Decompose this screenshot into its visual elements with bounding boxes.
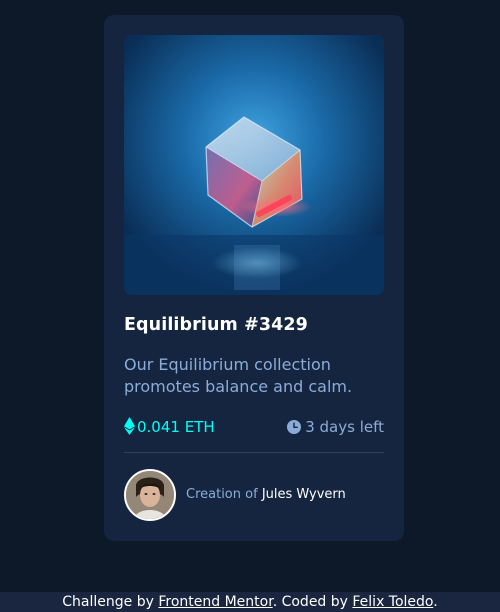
divider	[124, 452, 384, 453]
frontend-mentor-link[interactable]: Frontend Mentor	[158, 594, 272, 610]
time-left: 3 days left	[305, 418, 384, 436]
creator-row: Creation of Jules Wyvern	[124, 469, 384, 521]
nft-title[interactable]: Equilibrium #3429	[124, 315, 308, 335]
creator-prefix: Creation of	[186, 487, 258, 502]
attribution-text-3: .	[433, 594, 438, 610]
price-value: 0.041 ETH	[137, 418, 215, 436]
clock-icon	[287, 417, 302, 441]
nft-card: Equilibrium #3429 Our Equilibrium collec…	[104, 15, 404, 541]
countdown: 3 days left	[287, 415, 384, 441]
attribution-footer: Challenge by Frontend Mentor. Coded by F…	[0, 592, 500, 612]
ethereum-icon	[124, 417, 135, 442]
stats-row: 0.041 ETH 3 days left	[124, 415, 384, 439]
attribution-text-2: . Coded by	[272, 594, 353, 610]
price: 0.041 ETH	[124, 415, 215, 442]
nft-description: Our Equilibrium collection promotes bala…	[124, 355, 353, 396]
creator-credit: Creation of Jules Wyvern	[186, 485, 346, 505]
avatar	[124, 469, 176, 521]
equilibrium-cube-image	[124, 35, 384, 295]
coder-link[interactable]: Felix Toledo	[352, 594, 433, 610]
nft-image[interactable]	[124, 35, 384, 295]
attribution-text-1: Challenge by	[62, 594, 159, 610]
creator-name-link[interactable]: Jules Wyvern	[262, 487, 346, 502]
